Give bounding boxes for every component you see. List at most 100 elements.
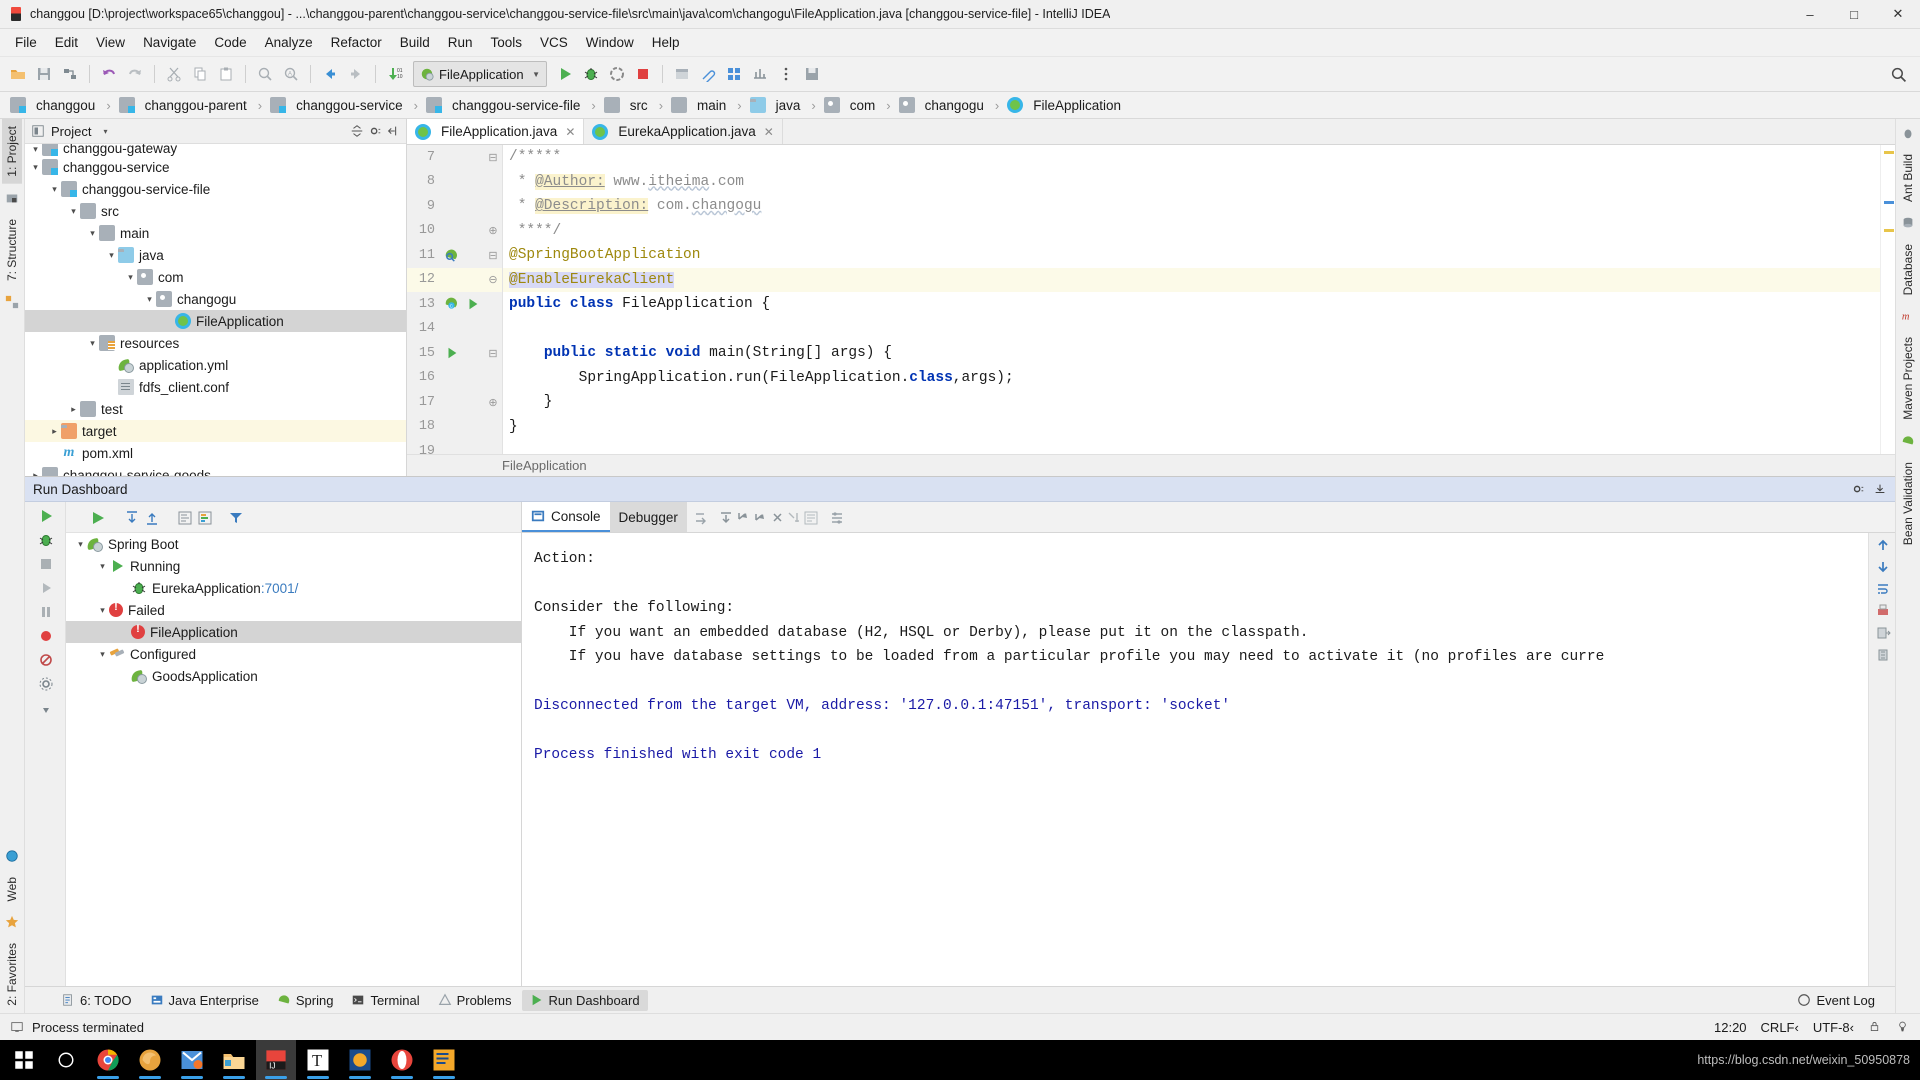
- menu-help[interactable]: Help: [643, 32, 689, 53]
- hide-icon[interactable]: [1873, 482, 1887, 496]
- settings-icon[interactable]: [38, 676, 53, 691]
- run-dashboard-row[interactable]: GoodsApplication: [66, 665, 521, 687]
- back-icon[interactable]: [318, 62, 342, 86]
- sidebar-item-bean-validation[interactable]: Bean Validation: [1898, 455, 1918, 552]
- start-button[interactable]: [4, 1040, 44, 1080]
- chevron-right-icon[interactable]: ▸: [67, 403, 80, 416]
- run-dashboard-row[interactable]: EurekaApplication :7001/: [66, 577, 521, 599]
- chevron-right-icon[interactable]: ▸: [29, 469, 42, 476]
- code-line[interactable]: /*****: [503, 145, 1880, 170]
- close-icon[interactable]: ✕: [565, 125, 575, 139]
- tab-debugger[interactable]: Debugger: [609, 502, 687, 532]
- pin-icon[interactable]: [38, 700, 52, 714]
- project-tree-row[interactable]: ▸ target: [25, 420, 406, 443]
- copy-icon[interactable]: [188, 62, 212, 86]
- menu-navigate[interactable]: Navigate: [134, 32, 205, 53]
- scroll-up-icon[interactable]: [1875, 537, 1889, 551]
- breadcrumb-item-java[interactable]: java ›: [748, 97, 822, 113]
- chevron-down-icon[interactable]: ▾: [124, 271, 137, 284]
- resume-icon[interactable]: [38, 580, 52, 594]
- sidebar-item-ant-build[interactable]: Ant Build: [1898, 147, 1918, 209]
- settings-list-icon[interactable]: [829, 510, 843, 524]
- debug-icon[interactable]: [38, 532, 53, 546]
- force-step-into-icon[interactable]: [735, 510, 749, 524]
- coverage-icon[interactable]: [605, 62, 629, 86]
- code-line[interactable]: public static void main(String[] args) {: [503, 341, 1880, 366]
- project-tree-row[interactable]: ▾ src: [25, 200, 406, 222]
- inspection-icon[interactable]: [1896, 1020, 1910, 1034]
- forward-icon[interactable]: [344, 62, 368, 86]
- chevron-down-icon[interactable]: ▾: [86, 337, 99, 350]
- code-fold-toggle[interactable]: ⊕: [484, 396, 502, 409]
- menu-edit[interactable]: Edit: [46, 32, 87, 53]
- menu-vcs[interactable]: VCS: [531, 32, 577, 53]
- taskbar-editplus[interactable]: [424, 1040, 464, 1080]
- run-dashboard-row[interactable]: FileApplication: [66, 621, 521, 643]
- project-tree-row[interactable]: ▾ resources: [25, 332, 406, 354]
- chevron-down-icon[interactable]: ▾: [74, 538, 87, 551]
- code-line[interactable]: [503, 317, 1880, 342]
- breadcrumb-item-main[interactable]: main ›: [669, 97, 748, 113]
- project-tree-row[interactable]: ▾ main: [25, 222, 406, 244]
- collapse-all-icon[interactable]: [144, 510, 158, 525]
- code-fold-toggle[interactable]: ⊟: [484, 249, 502, 262]
- menu-file[interactable]: File: [6, 32, 46, 53]
- tool-window-todo[interactable]: 6: TODO: [53, 990, 140, 1011]
- project-tree-row[interactable]: fdfs_client.conf: [25, 376, 406, 398]
- layout-icon[interactable]: [722, 62, 746, 86]
- project-tree-row[interactable]: application.yml: [25, 354, 406, 376]
- project-tree-row[interactable]: ▸ changgou-service-goods: [25, 464, 406, 476]
- sidebar-item-maven-projects[interactable]: Maven Projects: [1898, 330, 1918, 427]
- menu-run[interactable]: Run: [439, 32, 482, 53]
- breadcrumb-item-changgou-service-file[interactable]: changgou-service-file ›: [424, 97, 602, 113]
- redo-icon[interactable]: [123, 62, 147, 86]
- chevron-down-icon[interactable]: ▾: [143, 293, 156, 306]
- gutter-line[interactable]: 8: [407, 170, 502, 195]
- search-everywhere-icon[interactable]: [1886, 62, 1910, 86]
- editor-breadcrumb[interactable]: FileApplication: [407, 453, 1895, 476]
- breadcrumb-item-fileapplication[interactable]: FileApplication: [1005, 97, 1127, 113]
- gutter-line[interactable]: 14: [407, 317, 502, 342]
- favorites-star-icon[interactable]: [3, 913, 21, 931]
- hide-icon[interactable]: [386, 124, 400, 138]
- menu-tools[interactable]: Tools: [482, 32, 532, 53]
- editor-gutter[interactable]: 7 ⊟ 8 9 10 ⊕ 11 ⊟ 12 ⊖ 13 C 14 15 ⊟ 16 17 ⊕ 18 19: [407, 145, 503, 454]
- chevron-down-icon[interactable]: ▾: [96, 604, 109, 617]
- run-gutter-icon[interactable]: [441, 346, 462, 360]
- tool-window-spring[interactable]: Spring: [269, 990, 342, 1011]
- code-line[interactable]: }: [503, 415, 1880, 440]
- gutter-line[interactable]: 19: [407, 439, 502, 454]
- run-configuration-selector[interactable]: FileApplication ▼: [413, 61, 547, 87]
- breadcrumb-item-changgou[interactable]: changgou ›: [8, 97, 117, 113]
- chevron-down-icon[interactable]: ▾: [105, 249, 118, 262]
- gutter-line[interactable]: 13 C: [407, 292, 502, 317]
- caret-marker[interactable]: [1884, 201, 1894, 205]
- spring-bean-gutter-icon[interactable]: [441, 248, 462, 263]
- menu-view[interactable]: View: [87, 32, 134, 53]
- code-fold-toggle[interactable]: ⊖: [484, 273, 502, 286]
- evaluate-icon[interactable]: [803, 510, 818, 525]
- taskbar-navicat[interactable]: [340, 1040, 380, 1080]
- attach-icon[interactable]: [696, 62, 720, 86]
- run-dashboard-tree[interactable]: ▾ Spring Boot ▾ Running EurekaApplication :7…: [66, 533, 521, 986]
- paste-icon[interactable]: [214, 62, 238, 86]
- pause-icon[interactable]: [38, 604, 52, 618]
- chevron-down-icon[interactable]: ▾: [29, 161, 42, 174]
- code-line[interactable]: @EnableEurekaClient: [503, 267, 1880, 293]
- sidebar-item-web[interactable]: Web: [2, 870, 22, 908]
- project-tree-row[interactable]: ▾ java: [25, 244, 406, 266]
- taskbar-chrome[interactable]: [88, 1040, 128, 1080]
- project-tree-row[interactable]: ▾ changgou-service-file: [25, 178, 406, 200]
- mute-breakpoints-icon[interactable]: [38, 652, 52, 666]
- tab-fileapplication-java[interactable]: FileApplication.java ✕: [407, 119, 585, 145]
- scroll-down-icon[interactable]: [1875, 559, 1889, 573]
- step-into-icon[interactable]: [718, 510, 732, 524]
- show-console-icon[interactable]: [176, 510, 192, 525]
- run-dashboard-row[interactable]: ▾ Spring Boot: [66, 533, 521, 555]
- step-over-icon[interactable]: [693, 510, 707, 525]
- rerun-icon[interactable]: [38, 508, 52, 522]
- undo-icon[interactable]: [97, 62, 121, 86]
- taskbar-postman[interactable]: [172, 1040, 212, 1080]
- code-line[interactable]: [503, 439, 1880, 454]
- collapse-all-icon[interactable]: [350, 124, 364, 138]
